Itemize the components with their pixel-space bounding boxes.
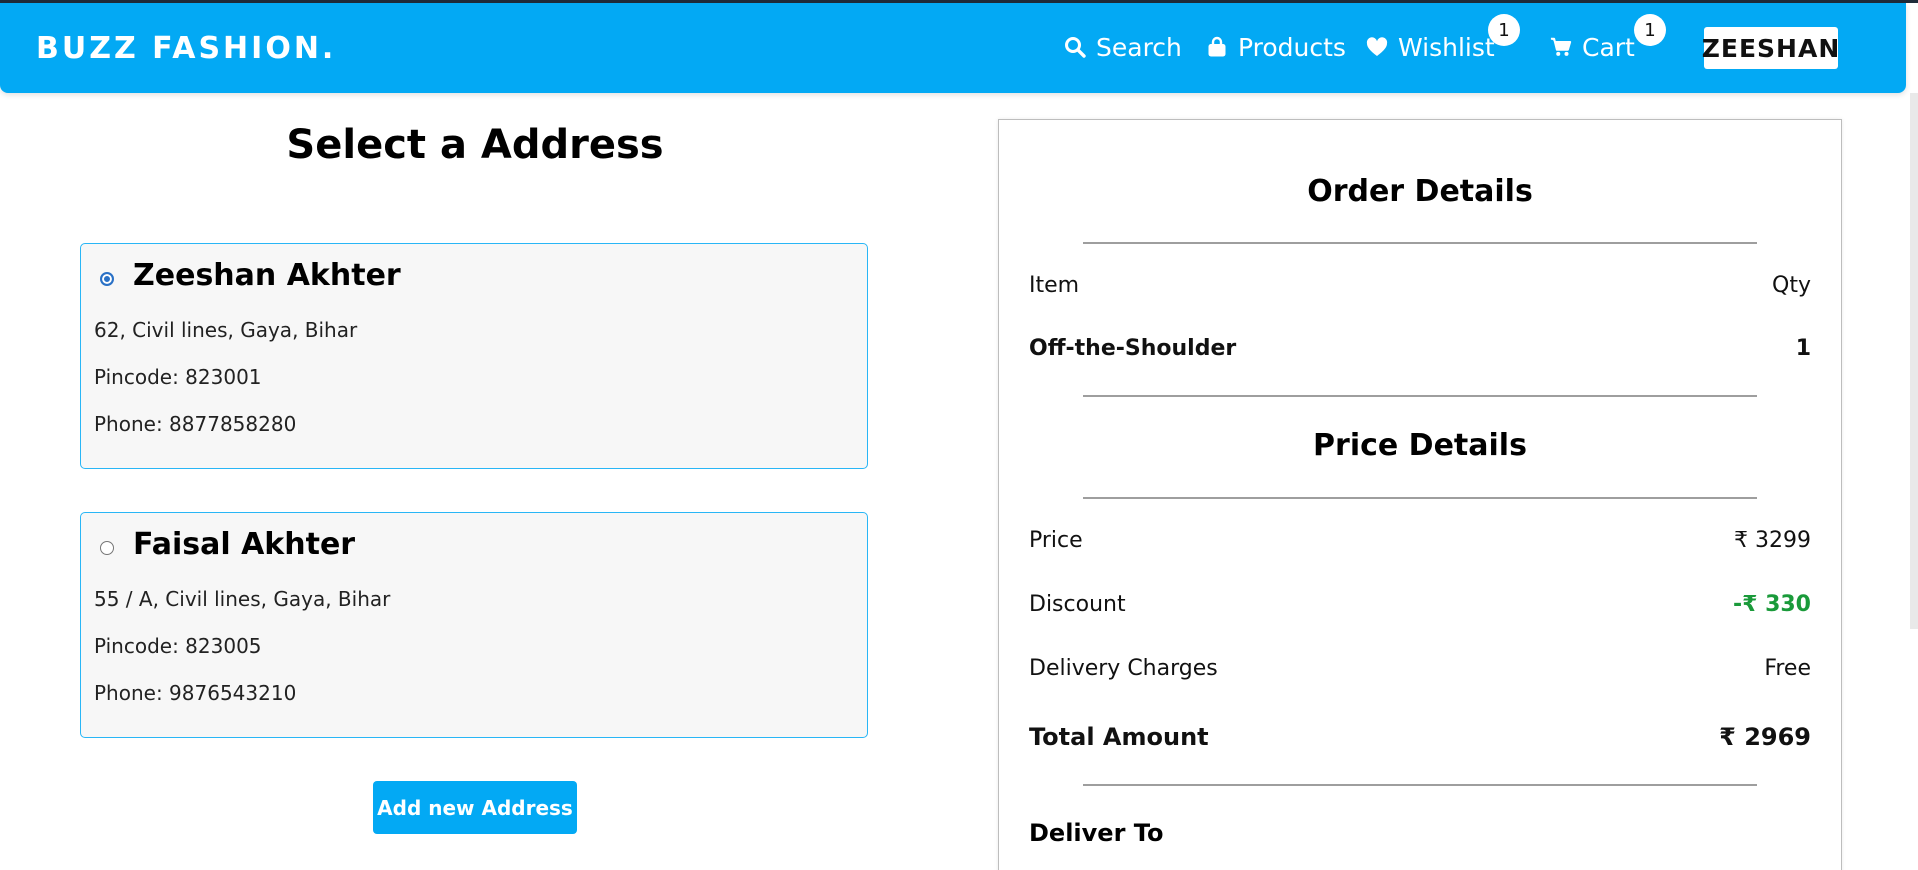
divider (1083, 784, 1757, 786)
user-account-button[interactable]: ZEESHAN (1702, 27, 1839, 69)
address-pincode: Pincode: 823005 (94, 634, 262, 658)
total-amount-value: ₹ 2969 (1719, 723, 1811, 751)
nav-products[interactable]: Products (1206, 29, 1346, 65)
delivery-charges-label: Delivery Charges (1029, 656, 1218, 681)
address-line: 62, Civil lines, Gaya, Bihar (94, 318, 358, 342)
address-card[interactable]: Zeeshan Akhter 62, Civil lines, Gaya, Bi… (80, 243, 868, 469)
price-label: Price (1029, 528, 1083, 553)
navbar: BUZZ FASHION. Search Products Wishlist 1 (0, 3, 1906, 93)
delivery-charges-value: Free (1764, 656, 1811, 681)
add-new-address-button[interactable]: Add new Address (373, 781, 577, 834)
nav-cart-label: Cart (1582, 32, 1635, 62)
nav-cart[interactable]: Cart (1550, 29, 1635, 65)
address-card[interactable]: Faisal Akhter 55 / A, Civil lines, Gaya,… (80, 512, 868, 738)
shopping-bag-icon (1206, 36, 1228, 58)
order-item-name: Off-the-Shoulder (1029, 336, 1237, 361)
discount-value: -₹ 330 (1732, 592, 1811, 617)
address-pincode: Pincode: 823001 (94, 365, 262, 389)
nav-search-label: Search (1096, 32, 1182, 62)
order-details-heading: Order Details (1307, 174, 1533, 209)
order-summary-panel: Order Details Item Qty Off-the-Shoulder … (998, 119, 1842, 870)
brand-logo[interactable]: BUZZ FASHION. (36, 31, 336, 66)
divider (1083, 497, 1757, 499)
search-icon (1064, 36, 1086, 58)
nav-search[interactable]: Search (1064, 29, 1182, 65)
cart-count-badge: 1 (1634, 14, 1666, 46)
address-name: Zeeshan Akhter (133, 258, 401, 293)
deliver-to-heading: Deliver To (1029, 819, 1164, 847)
nav-wishlist[interactable]: Wishlist (1366, 29, 1495, 65)
scrollbar[interactable] (1910, 93, 1918, 629)
qty-column-header: Qty (1772, 273, 1811, 298)
nav-products-label: Products (1238, 32, 1346, 62)
price-details-heading: Price Details (1313, 428, 1527, 463)
item-column-header: Item (1029, 273, 1080, 298)
page: BUZZ FASHION. Search Products Wishlist 1 (0, 0, 1918, 870)
total-amount-label: Total Amount (1029, 723, 1209, 751)
address-phone: Phone: 8877858280 (94, 412, 297, 436)
address-name: Faisal Akhter (133, 527, 356, 562)
page-title: Select a Address (286, 122, 664, 168)
address-phone: Phone: 9876543210 (94, 681, 297, 705)
address-line: 55 / A, Civil lines, Gaya, Bihar (94, 587, 391, 611)
address-radio-selected[interactable] (100, 272, 114, 286)
wishlist-count-badge: 1 (1488, 14, 1520, 46)
price-value: ₹ 3299 (1734, 528, 1811, 553)
divider (1083, 242, 1757, 244)
nav-wishlist-label: Wishlist (1398, 32, 1495, 62)
cart-icon (1550, 36, 1572, 58)
address-radio[interactable] (100, 541, 114, 555)
heart-icon (1366, 36, 1388, 58)
discount-label: Discount (1029, 592, 1126, 617)
order-item-qty: 1 (1795, 336, 1811, 361)
divider (1083, 395, 1757, 397)
